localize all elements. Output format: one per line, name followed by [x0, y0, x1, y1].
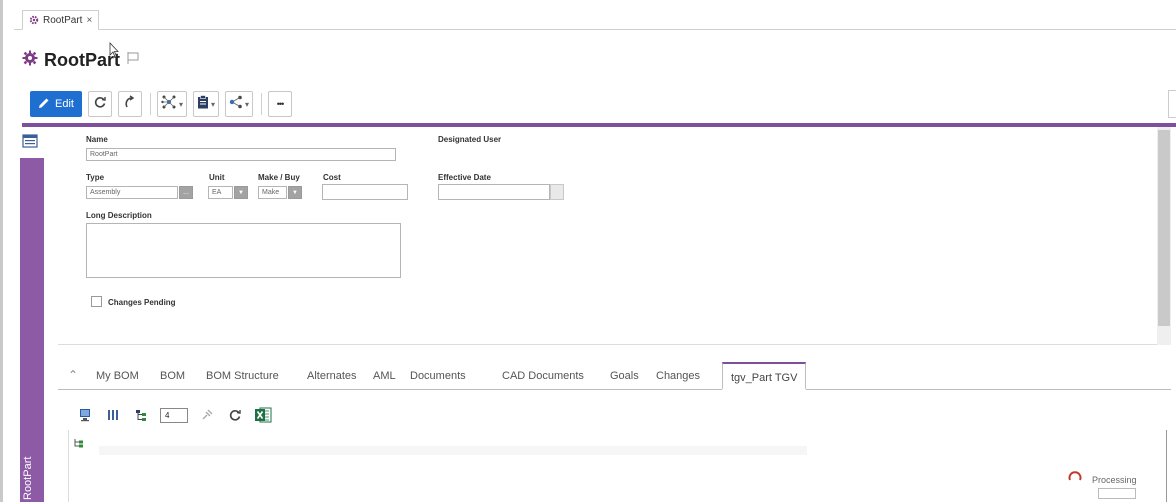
gear-icon — [29, 15, 39, 25]
designated-user-label: Designated User — [438, 135, 502, 144]
unit-dropdown-button[interactable]: ▼ — [234, 186, 248, 199]
name-label: Name — [86, 135, 108, 144]
refresh-icon — [93, 95, 107, 114]
refresh-button[interactable] — [87, 91, 112, 117]
chevron-down-icon: ▾ — [245, 99, 250, 109]
clipboard-menu-button[interactable]: ▾ — [192, 91, 219, 117]
item-form: Name RootPart Designated User Type Assem… — [58, 127, 1158, 345]
cost-field[interactable] — [322, 184, 408, 200]
long-description-field[interactable] — [86, 223, 401, 278]
chevron-down-icon: ▼ — [238, 189, 244, 196]
spinner-icon — [1068, 470, 1082, 489]
tab-alternates[interactable]: Alternates — [307, 370, 357, 382]
undo-icon — [123, 94, 137, 114]
tab-my-bom[interactable]: My BOM — [96, 370, 139, 382]
tab-aml[interactable]: AML — [373, 370, 396, 382]
refresh-icon[interactable] — [226, 406, 244, 424]
undo-button[interactable] — [117, 91, 142, 117]
more-icon: ••• — [276, 99, 285, 109]
share-icon — [229, 95, 243, 114]
table-row[interactable] — [99, 446, 807, 455]
effective-date-field[interactable] — [438, 184, 550, 200]
make-buy-field[interactable]: Make — [258, 186, 287, 199]
chevron-down-icon: ▾ — [210, 99, 215, 109]
cancel-processing-button[interactable] — [1098, 488, 1136, 499]
network-icon — [161, 95, 177, 114]
chevron-down-icon: ▾ — [178, 99, 183, 109]
toolbar-separator — [149, 93, 151, 115]
document-tab[interactable]: RootPart × — [22, 10, 100, 30]
unit-field[interactable]: EA — [208, 186, 233, 199]
share-menu-button[interactable]: ▾ — [225, 91, 254, 117]
unit-label: Unit — [209, 173, 225, 182]
changes-pending-label: Changes Pending — [108, 298, 176, 307]
tab-bom[interactable]: BOM — [160, 370, 185, 382]
tab-changes[interactable]: Changes — [656, 370, 700, 382]
structure-menu-button[interactable]: ▾ — [156, 91, 187, 117]
relationship-grid — [68, 430, 1171, 502]
chevron-down-icon: ▼ — [292, 189, 298, 196]
name-field[interactable]: RootPart — [86, 148, 396, 161]
calendar-icon[interactable] — [550, 184, 564, 200]
unpin-icon[interactable] — [198, 406, 216, 424]
item-toolbar: Edit ▾ ▾ ▾ ••• — [22, 85, 1176, 123]
side-panel-label: RootPart — [22, 456, 34, 500]
close-icon[interactable]: × — [86, 15, 92, 26]
processing-indicator: Processing — [1068, 470, 1137, 489]
form-view-icon[interactable] — [22, 134, 38, 148]
tab-bom-structure[interactable]: BOM Structure — [206, 370, 279, 382]
grid-toolbar: 4 — [76, 400, 272, 430]
type-label: Type — [86, 173, 105, 182]
tree-icon[interactable] — [132, 406, 150, 424]
effective-date-label: Effective Date — [438, 173, 491, 182]
mouse-cursor-icon — [109, 41, 119, 63]
tab-documents[interactable]: Documents — [410, 370, 466, 382]
hierarchy-icon — [73, 436, 85, 454]
flag-icon[interactable] — [126, 51, 140, 70]
processing-label: Processing — [1092, 474, 1137, 485]
tab-cad-documents[interactable]: CAD Documents — [502, 370, 584, 382]
page-title-row: RootPart — [22, 48, 140, 72]
more-button[interactable]: ••• — [268, 91, 293, 117]
chevron-up-icon[interactable]: ⌃ — [68, 368, 78, 382]
relationship-tabs: ⌃ My BOM BOM BOM Structure Alternates AM… — [58, 362, 1171, 390]
tab-goals[interactable]: Goals — [610, 370, 639, 382]
toolbar-right-edge — [1168, 90, 1176, 118]
cost-label: Cost — [323, 173, 341, 182]
make-buy-dropdown-button[interactable]: ▼ — [288, 186, 302, 199]
type-select-button[interactable]: ... — [179, 186, 193, 199]
excel-export-icon[interactable] — [254, 406, 272, 424]
changes-pending-checkbox[interactable] — [91, 296, 102, 307]
type-field[interactable]: Assembly — [86, 186, 178, 199]
form-scrollbar-thumb[interactable] — [1158, 130, 1170, 326]
pencil-icon — [38, 97, 50, 112]
page-number-input[interactable]: 4 — [160, 407, 188, 423]
gear-icon — [22, 50, 38, 71]
document-tab-strip: RootPart × — [14, 6, 1176, 30]
clipboard-icon — [197, 94, 209, 114]
columns-icon[interactable] — [104, 406, 122, 424]
document-tab-label: RootPart — [43, 14, 83, 26]
computer-icon[interactable] — [76, 406, 94, 424]
edit-button-label: Edit — [55, 98, 74, 110]
toolbar-separator — [261, 93, 263, 115]
edit-button[interactable]: Edit — [30, 91, 82, 117]
long-description-label: Long Description — [86, 211, 152, 220]
grid-divider — [1166, 430, 1167, 502]
make-buy-label: Make / Buy — [258, 173, 300, 182]
tab-tgv-part-tgv[interactable]: tgv_Part TGV — [722, 362, 807, 390]
